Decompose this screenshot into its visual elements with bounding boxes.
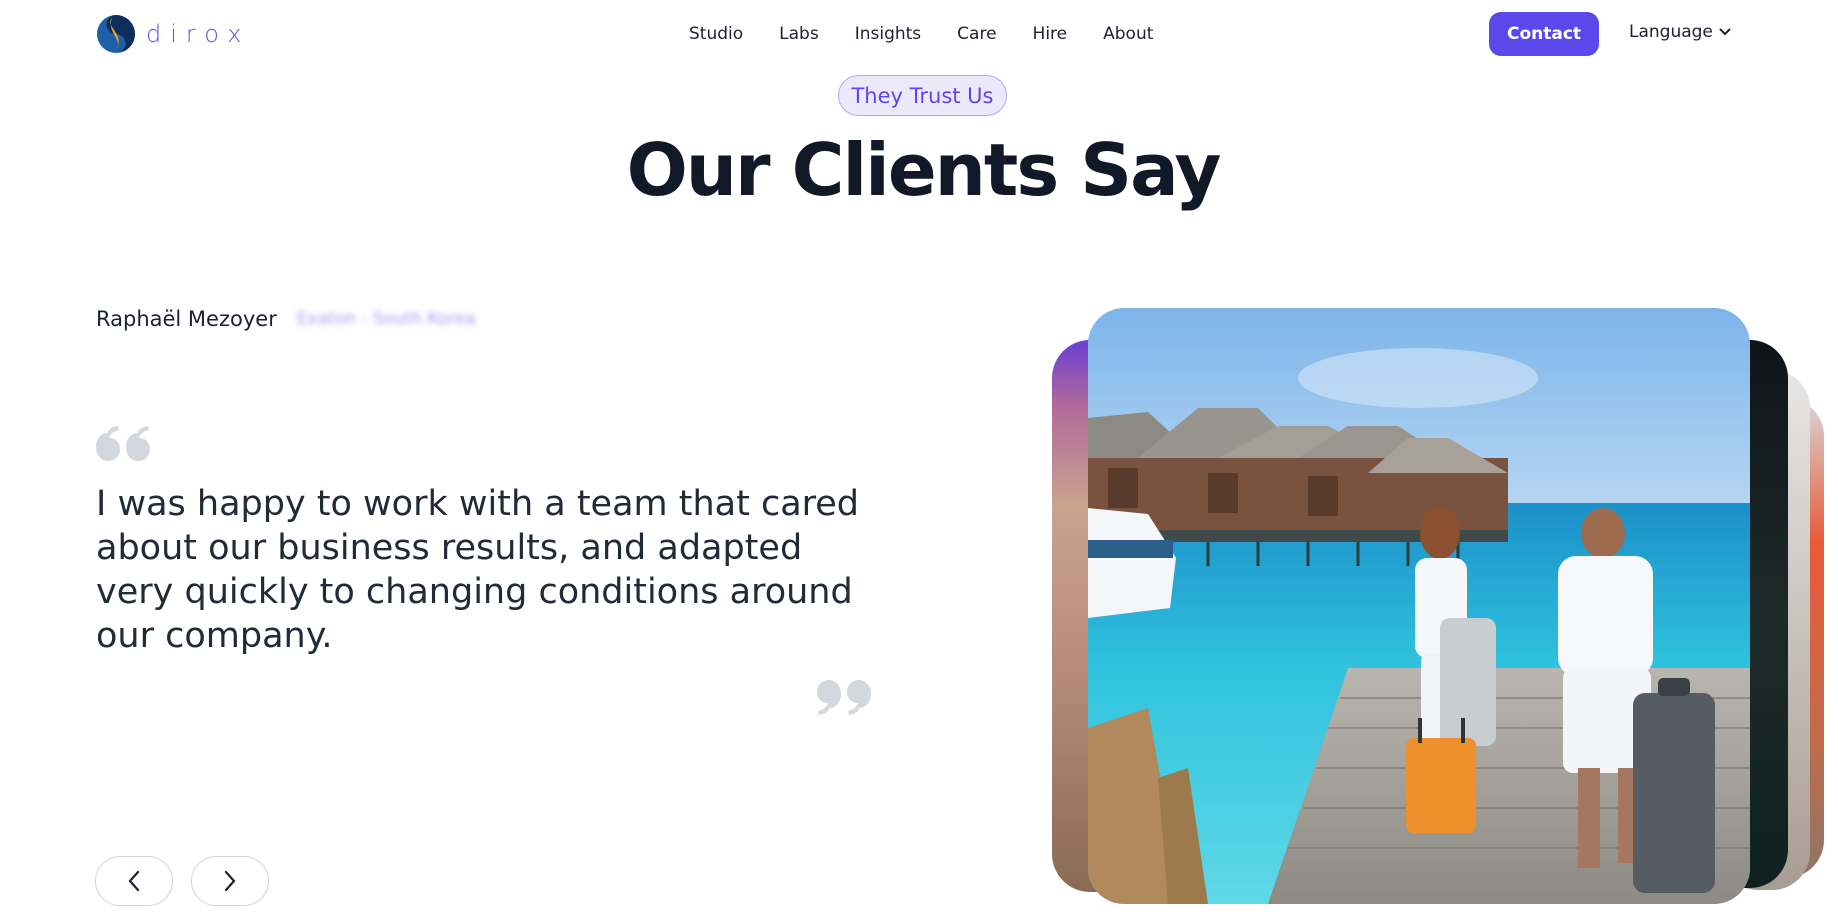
language-label: Language (1629, 22, 1713, 42)
site-header: dirox Studio Labs Insights Care Hire Abo… (0, 0, 1838, 70)
section-badge: They Trust Us (838, 75, 1007, 116)
dirox-logo-icon (97, 15, 135, 53)
next-button[interactable] (191, 856, 269, 906)
client-role: Exaton - South Korea (296, 309, 476, 329)
nav-hire[interactable]: Hire (1033, 22, 1068, 46)
quote-close-icon (817, 680, 871, 715)
nav-studio[interactable]: Studio (689, 22, 743, 46)
nav-care[interactable]: Care (957, 22, 996, 46)
chevron-right-icon (224, 870, 236, 892)
chevron-down-icon (1719, 28, 1731, 36)
logo[interactable]: dirox (96, 14, 250, 54)
logo-text: dirox (146, 20, 251, 48)
chevron-left-icon (128, 870, 140, 892)
previous-button[interactable] (95, 856, 173, 906)
section-title: Our Clients Say (626, 128, 1222, 212)
quote-open-icon (96, 426, 150, 461)
section-badge-label: They Trust Us (851, 83, 994, 108)
client-name: Raphaël Mezoyer (96, 307, 277, 331)
contact-button-label: Contact (1506, 24, 1582, 44)
language-selector[interactable]: Language (1629, 22, 1731, 42)
contact-button[interactable]: Contact (1489, 12, 1599, 56)
main-nav: Studio Labs Insights Care Hire About (689, 22, 1189, 46)
resort-photo (1088, 308, 1750, 904)
client-info: Raphaël Mezoyer Exaton - South Korea (96, 307, 476, 331)
testimonial-image (1088, 308, 1750, 904)
testimonial-quote: I was happy to work with a team that car… (96, 484, 860, 656)
nav-about[interactable]: About (1103, 22, 1153, 46)
nav-insights[interactable]: Insights (855, 22, 921, 46)
nav-labs[interactable]: Labs (779, 22, 819, 46)
